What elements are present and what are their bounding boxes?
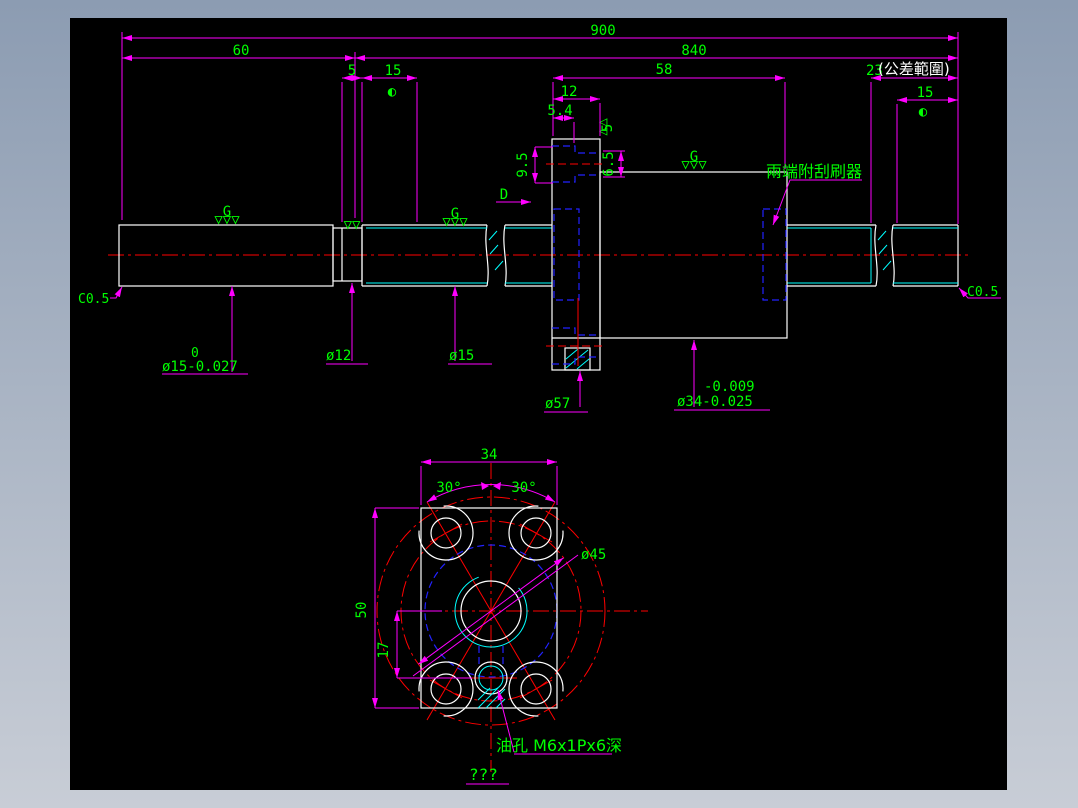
dia45-label: ø45 (581, 547, 606, 563)
dia12-label: ø12 (326, 348, 351, 364)
dia57-label: ø57 (545, 396, 570, 412)
half-circle-symbol: ◐ (388, 84, 397, 100)
dim-12: 12 (561, 84, 578, 100)
dim-50: 50 (354, 602, 370, 619)
dim-840: 840 (681, 43, 706, 59)
chamfer-left-label: C0.5 (78, 292, 109, 307)
placeholder-text: ??? (469, 765, 498, 784)
surface-finish-triangles: ▽▽▽ (681, 157, 707, 173)
cad-window: G ▽▽▽ G ▽▽▽ G ▽▽▽ ▽▽ ◁ ◁ 5 D (0, 0, 1078, 808)
dim-6-5: 6.5 (601, 151, 617, 176)
dim-34: 34 (481, 447, 498, 463)
dia34-tol-upper: -0.009 (704, 379, 755, 395)
dim-9-5: 9.5 (515, 152, 531, 177)
dia15-thread-label: ø15 (449, 348, 474, 364)
dia34-tolerance: ø34-0.025 (677, 394, 753, 410)
dim-5-4: 5.4 (547, 103, 572, 119)
dim-58: 58 (656, 62, 673, 78)
dim-60: 60 (233, 43, 250, 59)
surface-finish-triangles: ▽▽ (344, 217, 361, 233)
oil-hole-note: 油孔 M6x1Px6深 (496, 736, 622, 755)
surface-finish-triangles: ▽▽▽ (214, 212, 240, 228)
angle-30-right: 30° (511, 480, 536, 496)
angle-30-left: 30° (436, 480, 461, 496)
half-circle-symbol: ◐ (919, 104, 928, 120)
dim-900: 900 (590, 23, 615, 39)
dim-5: 5 (348, 63, 356, 79)
dim-15-left: 15 (385, 63, 402, 79)
dia15-tolerance: ø15-0.027 (162, 359, 238, 375)
surface-finish-triangles: ▽▽▽ (442, 214, 468, 230)
scraper-note: 兩端附刮刷器 (766, 162, 862, 181)
dim-5-vertical: 5 (600, 124, 616, 132)
tolerance-range-note: (公差範圍) (878, 60, 950, 78)
section-label-d: D (500, 187, 508, 203)
dim-17: 17 (376, 642, 392, 659)
dim-15-right: 15 (917, 85, 934, 101)
